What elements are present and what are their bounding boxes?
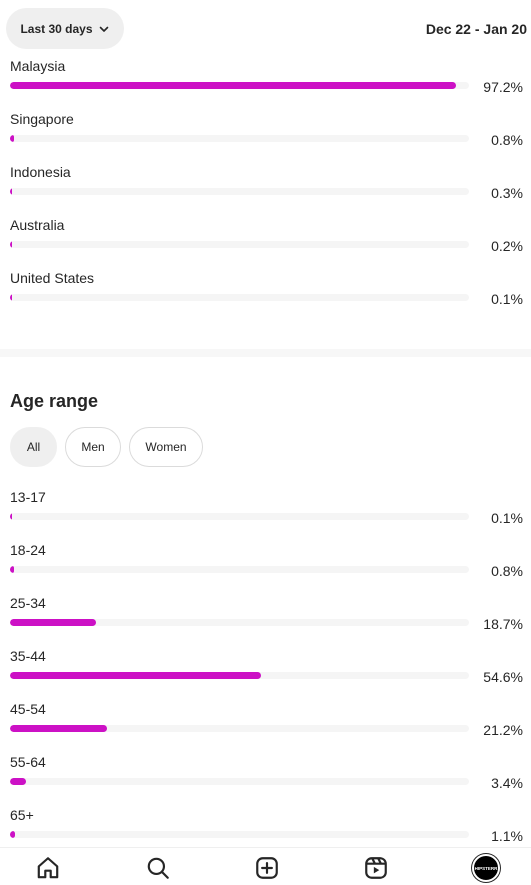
- chevron-down-icon: [98, 23, 110, 35]
- age-label: 13-17: [10, 489, 46, 505]
- location-bar-fill: [10, 188, 13, 195]
- age-bar-track: [10, 566, 469, 573]
- location-percent: 97.2%: [483, 79, 523, 95]
- location-label: United States: [10, 270, 95, 286]
- age-bar-fill: [10, 566, 14, 573]
- create-icon: [256, 857, 278, 879]
- location-bar-fill: [10, 135, 14, 142]
- profile-avatar: HIPSTERR: [472, 854, 500, 882]
- filter-chip-women[interactable]: Women: [129, 427, 203, 467]
- age-percent: 0.8%: [491, 563, 523, 579]
- date-range-dropdown-label: Last 30 days: [20, 21, 93, 36]
- location-bar-track: [10, 294, 469, 301]
- date-range-dropdown[interactable]: Last 30 days: [6, 8, 124, 49]
- header-bar: Last 30 days Dec 22 - Jan 20: [0, 0, 531, 58]
- location-label: Singapore: [10, 111, 74, 127]
- home-icon: [37, 857, 59, 879]
- age-label: 18-24: [10, 542, 46, 558]
- location-row-indonesia: Indonesia 0.3%: [0, 164, 531, 217]
- age-bar-track: [10, 778, 469, 785]
- age-bar-fill: [10, 619, 96, 626]
- location-bar-fill: [10, 241, 13, 248]
- age-row-13-17: 13-17 0.1%: [0, 489, 531, 542]
- nav-reels-tab[interactable]: [362, 854, 390, 882]
- age-bar-fill: [10, 778, 26, 785]
- age-bar-track: [10, 725, 469, 732]
- age-bar-track: [10, 672, 469, 679]
- reels-icon: [365, 857, 387, 879]
- age-percent: 54.6%: [483, 669, 523, 685]
- location-row-united-states: United States 0.1%: [0, 270, 531, 323]
- age-bar-fill: [10, 725, 108, 732]
- location-bar-track: [10, 241, 469, 248]
- age-label: 65+: [10, 807, 34, 823]
- location-bar-track: [10, 188, 469, 195]
- filter-chip-all[interactable]: All: [10, 427, 57, 467]
- age-label: 55-64: [10, 754, 46, 770]
- age-range-title: Age range: [10, 391, 99, 411]
- location-label: Australia: [10, 217, 65, 233]
- age-percent: 1.1%: [491, 828, 523, 844]
- age-bar-track: [10, 513, 469, 520]
- age-percent: 3.4%: [491, 775, 523, 791]
- location-percent: 0.1%: [491, 291, 523, 307]
- age-row-25-34: 25-34 18.7%: [0, 595, 531, 648]
- nav-create-tab[interactable]: [253, 854, 281, 882]
- age-bar-fill: [10, 672, 261, 679]
- search-icon: [147, 857, 169, 879]
- age-bar-fill: [10, 831, 16, 838]
- age-percent: 21.2%: [483, 722, 523, 738]
- location-percent: 0.3%: [491, 185, 523, 201]
- age-bar-fill: [10, 513, 13, 520]
- date-range-text: Dec 22 - Jan 20: [425, 21, 527, 37]
- nav-search-tab[interactable]: [144, 854, 172, 882]
- section-divider: [0, 349, 531, 357]
- age-bar-track: [10, 831, 469, 838]
- location-row-singapore: Singapore 0.8%: [0, 111, 531, 164]
- location-label: Indonesia: [10, 164, 71, 180]
- age-label: 25-34: [10, 595, 46, 611]
- age-row-18-24: 18-24 0.8%: [0, 542, 531, 595]
- age-percent: 0.1%: [491, 510, 523, 526]
- location-row-malaysia: Malaysia 97.2%: [0, 58, 531, 111]
- location-percent: 0.2%: [491, 238, 523, 254]
- location-bar-track: [10, 82, 469, 89]
- nav-home-tab[interactable]: [34, 854, 62, 882]
- filter-chip-men[interactable]: Men: [65, 427, 121, 467]
- location-row-australia: Australia 0.2%: [0, 217, 531, 270]
- location-bar-fill: [10, 82, 457, 89]
- age-row-35-44: 35-44 54.6%: [0, 648, 531, 701]
- age-row-55-64: 55-64 3.4%: [0, 754, 531, 807]
- age-bar-track: [10, 619, 469, 626]
- age-label: 35-44: [10, 648, 46, 664]
- location-label: Malaysia: [10, 58, 66, 74]
- location-bar-track: [10, 135, 469, 142]
- age-label: 45-54: [10, 701, 46, 717]
- avatar-text: HIPSTERR: [474, 865, 498, 871]
- nav-profile-tab[interactable]: HIPSTERR: [472, 854, 500, 882]
- age-percent: 18.7%: [483, 616, 523, 632]
- location-percent: 0.8%: [491, 132, 523, 148]
- age-row-45-54: 45-54 21.2%: [0, 701, 531, 754]
- location-bar-fill: [10, 294, 13, 301]
- bottom-nav-bar: HIPSTERR: [0, 847, 531, 885]
